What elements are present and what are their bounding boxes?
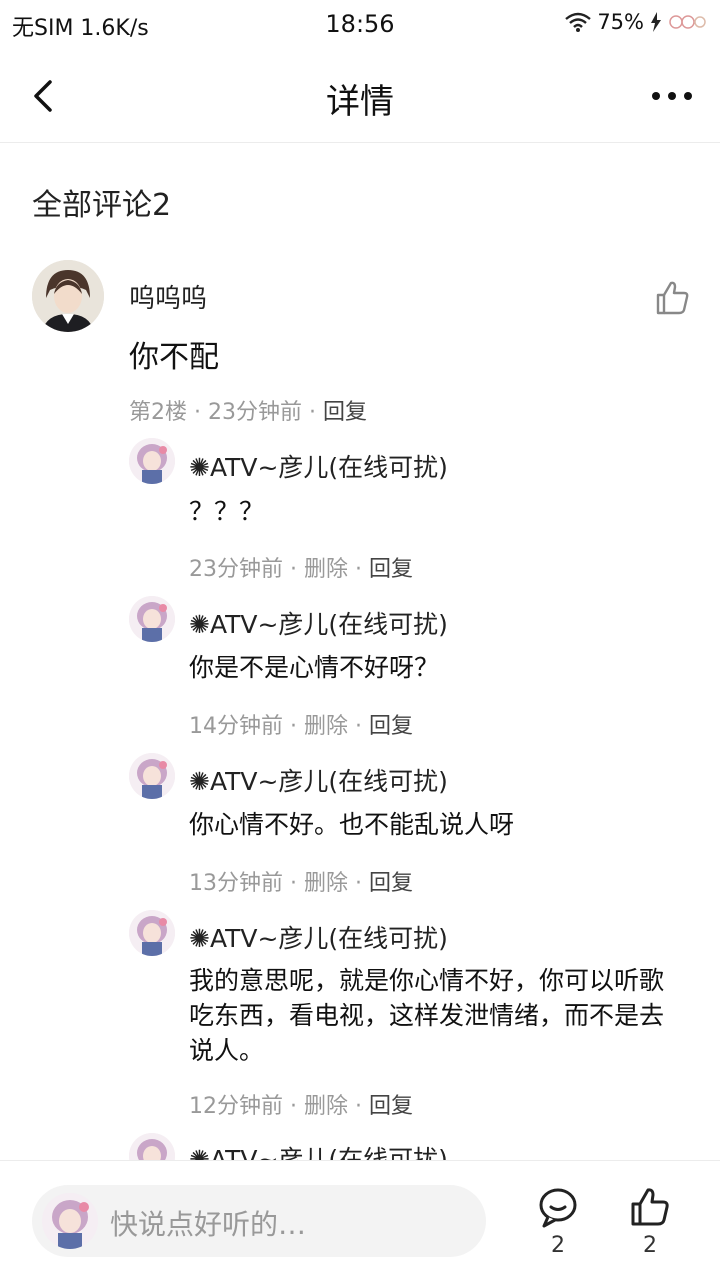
reply-button[interactable]: 回复	[369, 714, 413, 739]
reply-text: ？？？	[189, 497, 265, 526]
meta-separator: ·	[355, 714, 363, 739]
avatar[interactable]	[129, 438, 175, 484]
comment-count: 2	[551, 1233, 565, 1258]
anime-avatar-icon	[129, 438, 175, 484]
reply-username[interactable]: ✺ATV~彦儿(在线可扰)	[189, 605, 448, 641]
meta-separator: ·	[290, 871, 297, 896]
status-bar: 无SIM 1.6K/s 18:56 75%	[0, 0, 720, 50]
meta-separator: ·	[355, 1094, 363, 1119]
meta-separator: ·	[309, 400, 316, 425]
reply-time: 23分钟前	[189, 557, 283, 582]
like-count: 2	[643, 1233, 657, 1258]
reply-meta: 23分钟前 · 删除 · 回复	[189, 551, 413, 583]
battery-level: 75%	[597, 10, 644, 34]
thumbs-up-icon[interactable]	[652, 278, 692, 318]
reply-time: 14分钟前	[189, 714, 283, 739]
meta-separator: ·	[290, 1094, 297, 1119]
decor-hearts-icon	[669, 15, 706, 29]
meta-separator: ·	[355, 871, 363, 896]
anime-avatar-icon	[129, 596, 175, 642]
reply-username[interactable]: ✺ATV~彦儿(在线可扰)	[189, 1140, 448, 1160]
reply-username[interactable]: ✺ATV~彦儿(在线可扰)	[189, 448, 448, 484]
reply-button[interactable]: 回复	[369, 1094, 413, 1119]
reply-text: 你是不是心情不好呀？	[189, 653, 440, 682]
reply-meta: 12分钟前 · 删除 · 回复	[189, 1088, 413, 1120]
comment-text: 你不配	[129, 340, 219, 375]
anime-avatar-icon	[129, 1133, 175, 1160]
delete-button[interactable]: 删除	[304, 871, 348, 896]
anime-avatar-icon	[42, 1193, 98, 1249]
comment-meta: 第2楼 · 23分钟前 · 回复	[129, 394, 367, 426]
comment-bubble-icon[interactable]	[536, 1185, 580, 1229]
reply-username[interactable]: ✺ATV~彦儿(在线可扰)	[189, 762, 448, 798]
nav-bar: 详情	[0, 50, 720, 143]
avatar[interactable]	[129, 596, 175, 642]
reply-item-partial: ✺ATV~彦儿(在线可扰)	[0, 1130, 720, 1160]
avatar	[42, 1193, 98, 1249]
status-right: 75%	[565, 10, 706, 34]
delete-button[interactable]: 删除	[304, 557, 348, 582]
delete-button[interactable]: 删除	[304, 1094, 348, 1119]
avatar[interactable]	[129, 910, 175, 956]
meta-separator: ·	[290, 557, 297, 582]
reply-meta: 14分钟前 · 删除 · 回复	[189, 708, 413, 740]
anime-avatar-icon	[129, 753, 175, 799]
thumbs-up-icon[interactable]	[628, 1185, 672, 1229]
reply-username[interactable]: ✺ATV~彦儿(在线可扰)	[189, 919, 448, 955]
reply-button[interactable]: 回复	[323, 400, 367, 425]
reply-text: 你心情不好。也不能乱说人呀	[189, 810, 515, 839]
page-title: 详情	[326, 82, 394, 122]
floor-label: 第2楼	[129, 400, 187, 425]
reply-button[interactable]: 回复	[369, 557, 413, 582]
user-avatar-icon	[32, 260, 104, 332]
avatar[interactable]	[32, 260, 104, 332]
reply-text: 我的意思呢，就是你心情不好，你可以听歌吃东西，看电视，这样发泄情绪，而不是去说人…	[189, 966, 665, 1065]
wifi-icon	[565, 12, 592, 32]
meta-separator: ·	[290, 714, 297, 739]
avatar[interactable]	[129, 753, 175, 799]
reply-time: 13分钟前	[189, 871, 283, 896]
more-dots-icon[interactable]	[650, 78, 694, 114]
input-placeholder: 快说点好听的…	[110, 1208, 307, 1241]
meta-separator: ·	[355, 557, 363, 582]
comment-input[interactable]: 快说点好听的…	[32, 1185, 486, 1257]
comment-time: 23分钟前	[208, 400, 302, 425]
lightning-icon	[651, 12, 661, 32]
avatar[interactable]	[129, 1133, 175, 1160]
bottom-bar: 快说点好听的… 2 2	[0, 1160, 720, 1281]
comment-username[interactable]: 呜呜呜	[129, 278, 207, 315]
reply-time: 12分钟前	[189, 1094, 283, 1119]
reply-meta: 13分钟前 · 删除 · 回复	[189, 865, 413, 897]
comments-header: 全部评论2	[32, 188, 172, 223]
reply-button[interactable]: 回复	[369, 871, 413, 896]
delete-button[interactable]: 删除	[304, 714, 348, 739]
anime-avatar-icon	[129, 910, 175, 956]
meta-separator: ·	[194, 400, 201, 425]
